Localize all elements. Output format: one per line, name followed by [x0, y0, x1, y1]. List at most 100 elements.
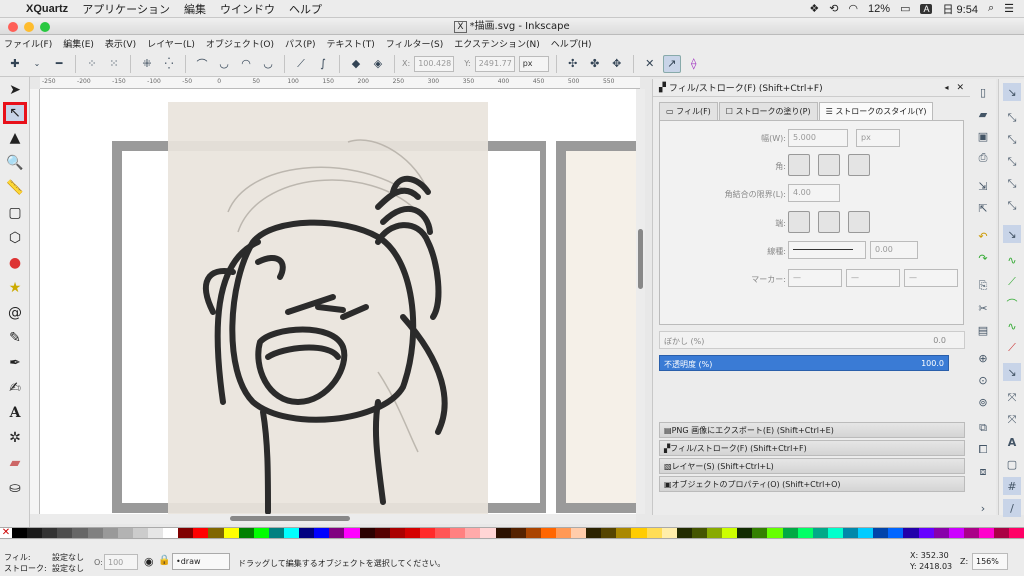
zoom-field[interactable]: 156% [972, 553, 1008, 570]
zoom-window-button[interactable] [40, 22, 50, 32]
swatch[interactable] [510, 528, 526, 538]
export-png-icon[interactable]: ⇱ [974, 199, 992, 217]
list-icon[interactable]: ☰ [1004, 2, 1014, 15]
swatch[interactable] [586, 528, 602, 538]
square-cap-button[interactable] [848, 211, 870, 233]
swatch[interactable] [540, 528, 556, 538]
mac-menu-app[interactable]: アプリケーション [82, 1, 170, 17]
character-drawing[interactable] [168, 102, 488, 514]
snap-object-center-icon[interactable]: ⤧ [1003, 389, 1021, 407]
show-path-outline-icon[interactable]: ↗ [662, 54, 681, 73]
rect-tool-icon[interactable]: ▢ [3, 202, 27, 224]
bevel-join-button[interactable] [848, 154, 870, 176]
miter-limit-field[interactable]: 4.00 [788, 184, 840, 202]
redo-icon[interactable]: ↷ [974, 249, 992, 267]
snap-path-icon[interactable]: ∿ [1003, 251, 1021, 269]
dock-png-export[interactable]: ▤ PNG 画像にエクスポート(E) (Shift+Ctrl+E) [659, 422, 965, 438]
copy-icon[interactable]: ⎘ [974, 277, 992, 295]
swatch[interactable] [525, 528, 541, 538]
snap-page-border-icon[interactable]: ▢ [1003, 455, 1021, 473]
minimize-window-button[interactable] [24, 22, 34, 32]
menu-filter[interactable]: フィルター(S) [386, 37, 444, 50]
no-paint-swatch[interactable]: ✕ [0, 528, 12, 538]
panel-close-icon[interactable]: ✕ [956, 83, 964, 93]
swatch[interactable] [42, 528, 58, 538]
swatch[interactable] [178, 528, 194, 538]
swatch[interactable] [57, 528, 73, 538]
swatch[interactable] [147, 528, 164, 538]
more-commands-icon[interactable]: › [974, 499, 992, 517]
tab-fill[interactable]: ▭ フィル(F) [659, 102, 718, 120]
dock-object-properties[interactable]: ▣ オブジェクトのプロパティ(O) (Shift+Ctrl+O) [659, 476, 965, 492]
swatch[interactable] [208, 528, 224, 538]
segment-curve-icon[interactable]: ∫ [314, 55, 332, 73]
opacity-slider[interactable]: 不透明度 (%) 100.0 [659, 355, 949, 371]
swatch[interactable] [102, 528, 118, 538]
swatch[interactable] [404, 528, 420, 538]
horizontal-scrollbar[interactable] [40, 514, 636, 524]
snap-nodes-icon[interactable]: ↘ [1003, 225, 1021, 243]
save-icon[interactable]: ▣ [974, 127, 992, 145]
swatch[interactable] [374, 528, 390, 538]
swatch[interactable] [994, 528, 1010, 538]
unlink-clone-icon[interactable]: ⧈ [974, 463, 992, 481]
swatch[interactable] [132, 528, 148, 538]
swatch[interactable] [465, 528, 481, 538]
swatch[interactable] [661, 528, 677, 538]
horizontal-ruler[interactable]: -250 -200 -150 -100 -50 0 50 100 150 200 250 300 350… [40, 77, 640, 89]
star-tool-icon[interactable]: ★ [3, 277, 27, 299]
menu-help[interactable]: ヘルプ(H) [551, 37, 592, 50]
swatch[interactable] [979, 528, 995, 538]
swatch[interactable] [480, 528, 496, 538]
dash-offset-field[interactable]: 0.00 [870, 241, 918, 259]
round-join-button[interactable] [818, 154, 840, 176]
start-marker-select[interactable]: — [788, 269, 842, 287]
join-nodes-icon[interactable]: ⁘ [83, 55, 101, 73]
node-cusp-icon[interactable]: ⌒ [193, 55, 211, 73]
swatch[interactable] [797, 528, 813, 538]
chevron-down-icon[interactable]: ⌄ [28, 55, 46, 73]
snap-midpoint-icon[interactable]: ⟋ [1003, 339, 1021, 357]
battery-icon[interactable]: ▭ [900, 2, 910, 15]
snap-intersection-icon[interactable]: ⟋ [1003, 273, 1021, 291]
clone-icon[interactable]: ⧠ [974, 441, 992, 459]
duplicate-icon[interactable]: ⧉ [974, 419, 992, 437]
zoom-selection-icon[interactable]: ⊕ [974, 349, 992, 367]
swatch[interactable] [419, 528, 436, 538]
y-coordinate-field[interactable]: 2491.77 [474, 55, 515, 72]
snap-guide-icon[interactable]: / [1003, 499, 1021, 517]
zoom-drawing-icon[interactable]: ⊙ [974, 371, 992, 389]
swatch[interactable] [299, 528, 315, 538]
snap-bbox-corner-icon[interactable]: ⤡ [1003, 153, 1021, 171]
delete-segment-icon[interactable]: ⁛ [160, 55, 178, 73]
dock-fill-stroke[interactable]: ▞ フィル/ストローク(F) (Shift+Ctrl+F) [659, 440, 965, 456]
show-outline-icon[interactable]: ✥ [608, 55, 626, 73]
dock-layers[interactable]: ▧ レイヤー(S) (Shift+Ctrl+L) [659, 458, 965, 474]
menu-file[interactable]: ファイル(F) [4, 37, 52, 50]
node-tool-icon[interactable]: ↖ [3, 102, 27, 124]
zoom-tool-icon[interactable]: 🔍 [3, 152, 27, 174]
swatch[interactable] [646, 528, 662, 538]
layer-select[interactable]: •draw [172, 553, 230, 570]
end-marker-select[interactable]: — [904, 269, 958, 287]
snap-bbox-icon[interactable]: ⤡ [1003, 109, 1021, 127]
round-cap-button[interactable] [818, 211, 840, 233]
width-unit-select[interactable]: px [856, 129, 900, 147]
swatch[interactable] [812, 528, 828, 538]
pencil-tool-icon[interactable]: ✎ [3, 327, 27, 349]
swatch[interactable] [843, 528, 859, 538]
spray-tool-icon[interactable]: ✲ [3, 427, 27, 449]
circle-tool-icon[interactable]: ● [3, 252, 27, 274]
swatch[interactable] [329, 528, 345, 538]
menu-view[interactable]: 表示(V) [105, 37, 136, 50]
swatch[interactable] [238, 528, 254, 538]
break-path-icon[interactable]: ⁙ [105, 55, 123, 73]
search-icon[interactable]: ⌕ [988, 2, 994, 15]
swatch[interactable] [27, 528, 43, 538]
butt-cap-button[interactable] [788, 211, 810, 233]
show-bbox-icon[interactable]: ✕ [641, 55, 659, 73]
swatch[interactable] [888, 528, 904, 538]
app-menu[interactable]: XQuartz [26, 3, 68, 15]
swatch[interactable] [767, 528, 783, 538]
object-to-path-icon[interactable]: ◆ [347, 55, 365, 73]
